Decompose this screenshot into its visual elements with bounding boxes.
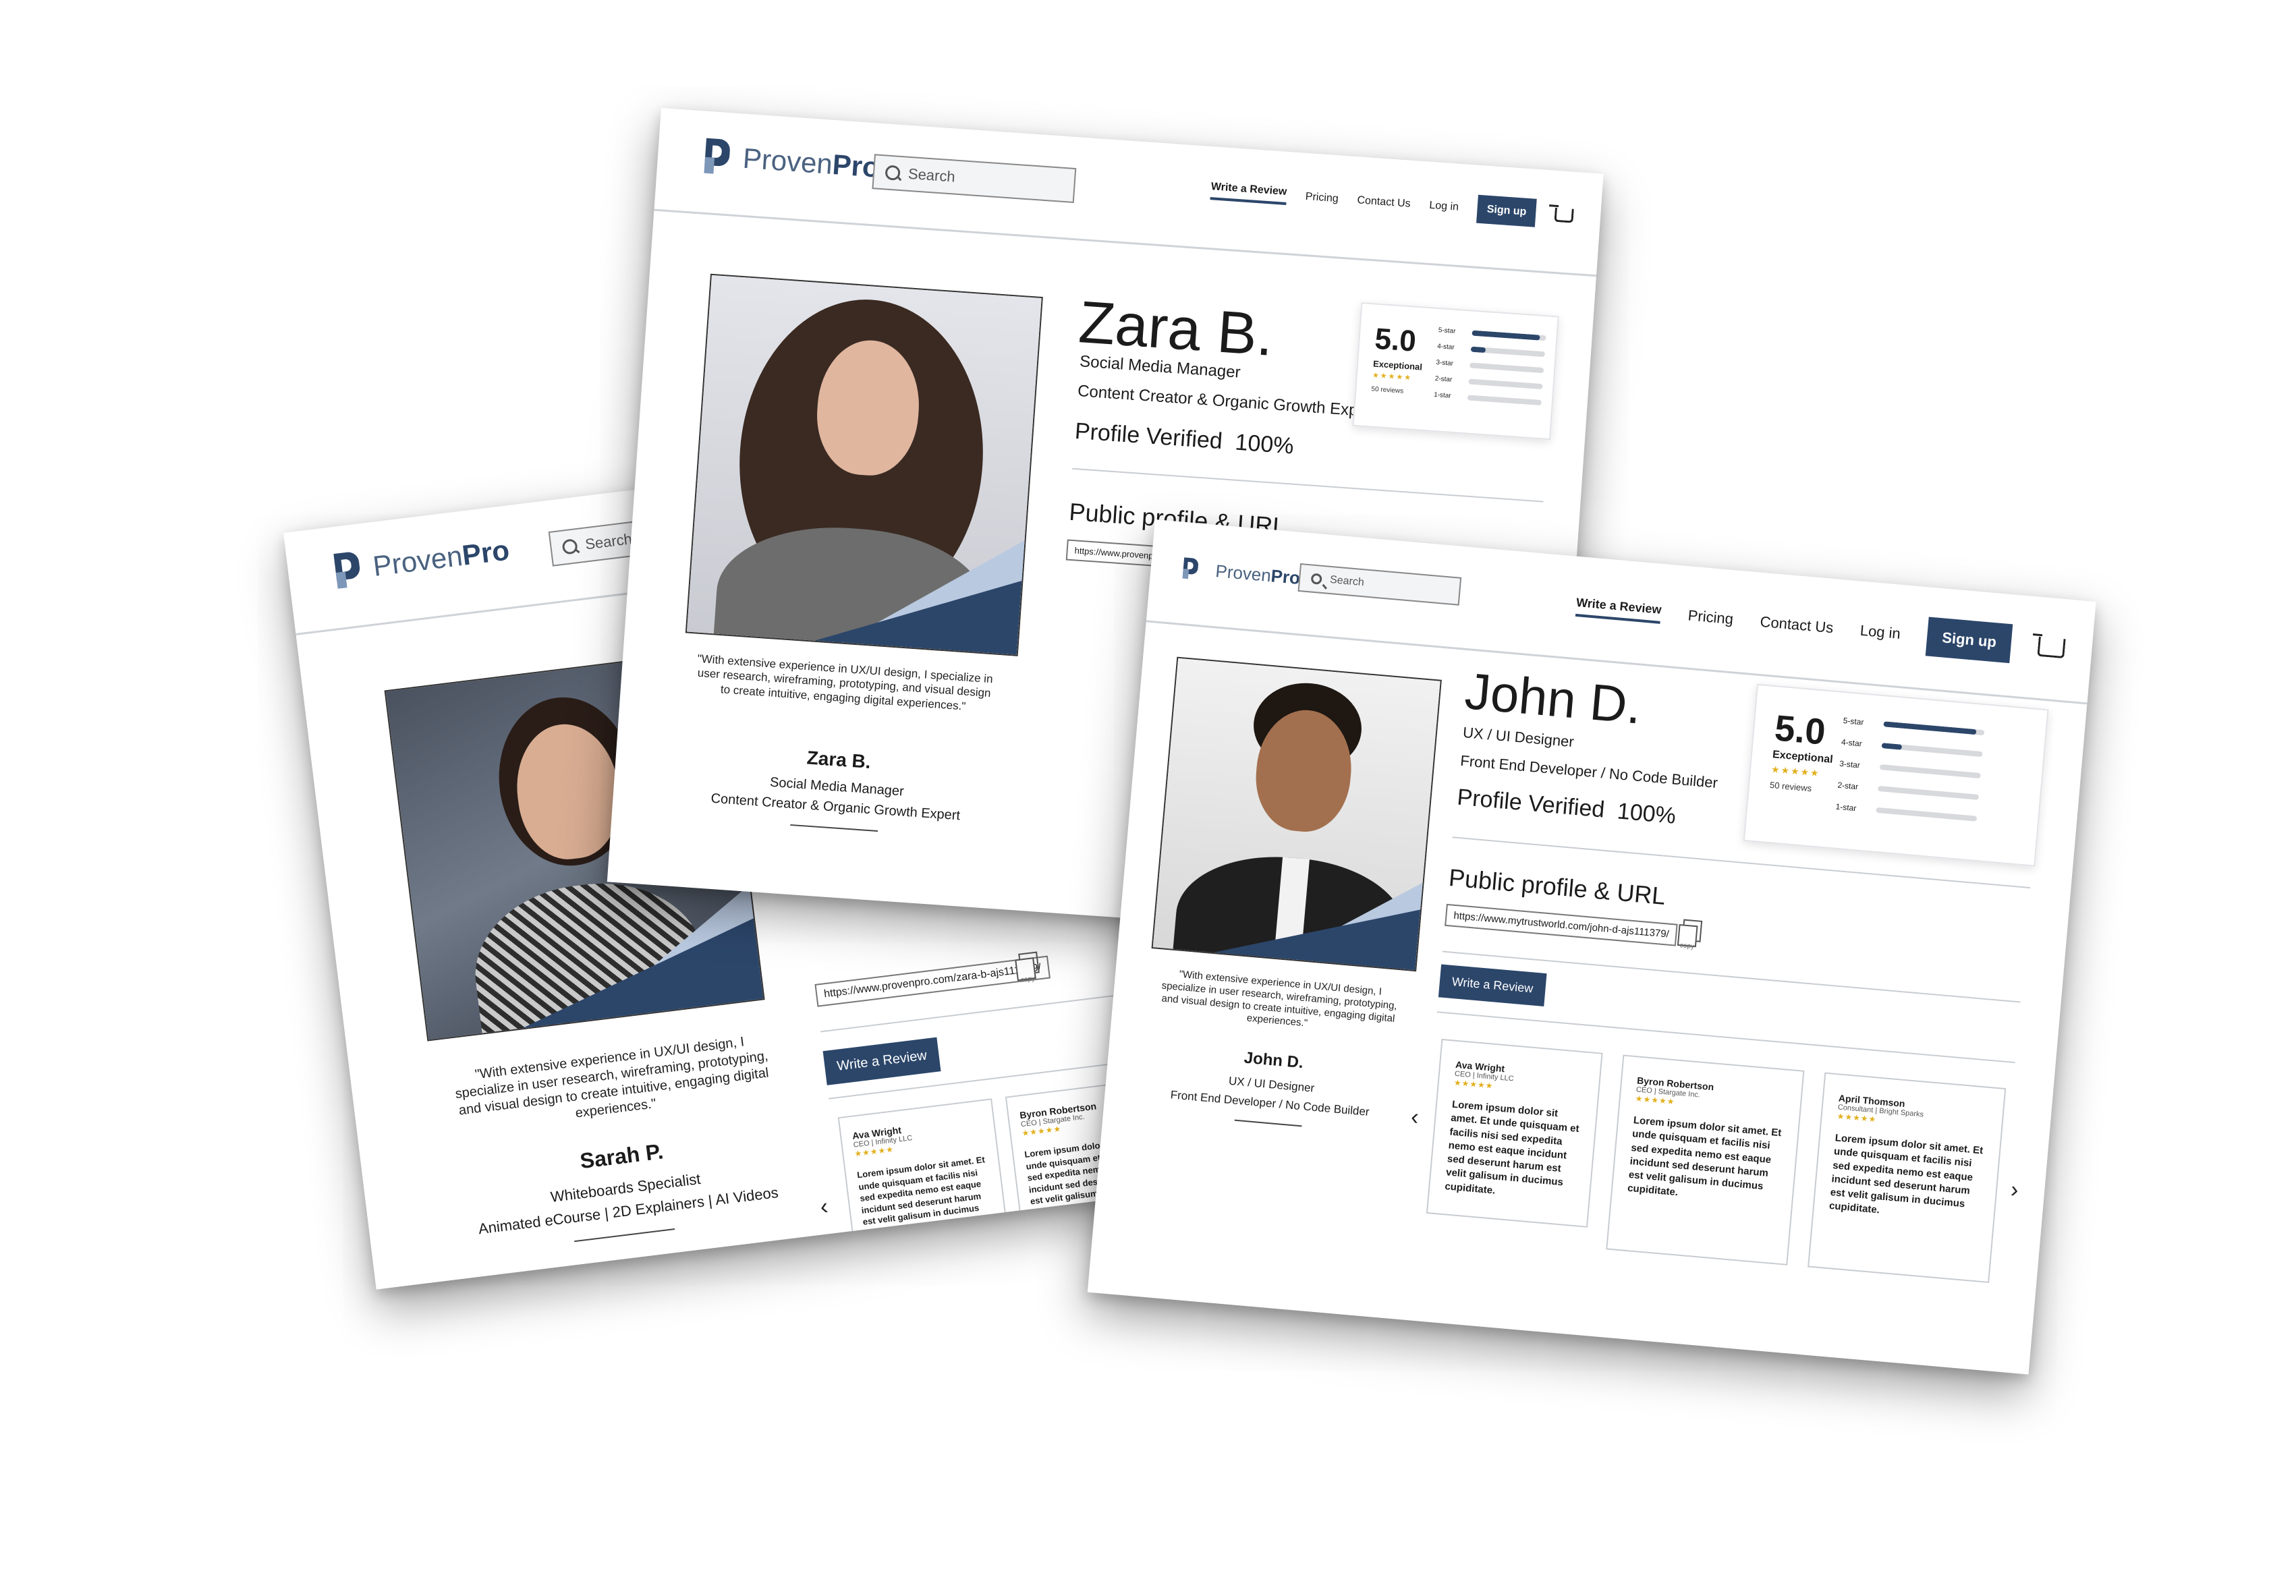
profile-specialty: Content Creator & Organic Growth Expert: [1077, 382, 1378, 422]
rating-bar: [1472, 330, 1546, 341]
brand-name: ProvenPro: [741, 142, 881, 183]
search-input[interactable]: Search: [1297, 563, 1462, 606]
accent-shape: [814, 567, 1022, 655]
nav-pricing[interactable]: Pricing: [1305, 191, 1339, 205]
rating-label: Exceptional: [1772, 749, 1834, 766]
profile-verified: Profile Verified 100%: [1456, 784, 1677, 829]
divider: [1072, 467, 1544, 503]
profile-specialty: Front End Developer / No Code Builder: [1459, 751, 1718, 792]
rating-bar: [1877, 785, 1980, 800]
profile-photo: [1151, 656, 1442, 972]
write-review-button[interactable]: Write a Review: [822, 1037, 941, 1085]
brand-logo[interactable]: ProvenPro: [1177, 550, 1302, 596]
nav-login[interactable]: Log in: [1429, 200, 1459, 214]
search-placeholder: Search: [1329, 573, 1365, 589]
nav-menu: Write a Review Pricing Contact Us Log in…: [1574, 586, 2067, 668]
rating-score: 5.0: [1772, 708, 1827, 753]
top-nav: ProvenPro Search Write a Review Pricing …: [654, 108, 1604, 277]
profile-url-field[interactable]: https://www.mytrustworld.com/john-d-ajs1…: [1445, 903, 1679, 946]
copy-label: copy: [1679, 942, 1695, 951]
name-underline: [790, 824, 878, 832]
brand-name: ProvenPro: [1214, 560, 1301, 588]
write-review-button[interactable]: Write a Review: [1438, 964, 1547, 1006]
rating-bar: [1468, 378, 1543, 389]
rating-bar: [1470, 346, 1546, 357]
signup-button[interactable]: Sign up: [1926, 617, 2013, 664]
search-icon: [561, 538, 578, 555]
rating-stars: ★★★★★: [1770, 764, 1821, 779]
copy-icon[interactable]: [1681, 919, 1703, 942]
chevron-left-icon[interactable]: ‹: [818, 1193, 829, 1220]
rating-bar: [1469, 362, 1544, 373]
rating-bar: [1876, 807, 1978, 822]
nav-write-review[interactable]: Write a Review: [1575, 595, 1662, 624]
signup-button[interactable]: Sign up: [1476, 194, 1537, 227]
chevron-left-icon[interactable]: ‹: [1410, 1104, 1420, 1131]
logo-icon: [1182, 557, 1201, 579]
brand-name: ProvenPro: [371, 534, 511, 582]
logo-icon: [333, 550, 364, 589]
logo-icon: [704, 138, 733, 175]
profile-verified: Profile Verified 100%: [1073, 418, 1295, 459]
rating-score: 5.0: [1374, 322, 1418, 358]
profile-photo: [685, 273, 1043, 656]
search-icon: [1310, 573, 1322, 585]
profile-heading: John D.: [1462, 662, 1644, 735]
cart-icon[interactable]: [1554, 207, 1574, 223]
nav-contact[interactable]: Contact Us: [1760, 613, 1835, 637]
search-icon: [885, 165, 901, 181]
search-input[interactable]: Search: [872, 154, 1077, 204]
nav-menu: Write a Review Pricing Contact Us Log in…: [1210, 176, 1575, 229]
name-underline: [1234, 1119, 1302, 1127]
review-card: Byron Robertson CEO | Stargate Inc. ★★★★…: [1606, 1054, 1805, 1265]
rating-count: 50 reviews: [1769, 779, 1812, 794]
rating-summary: 5.0 Exceptional ★★★★★ 50 reviews 5-star …: [1352, 302, 1559, 440]
rating-bar: [1879, 764, 1981, 779]
rating-count: 50 reviews: [1371, 385, 1404, 395]
profile-card-john: ProvenPro Search Write a Review Pricing …: [1087, 519, 2096, 1375]
copy-label: copy: [1020, 975, 1036, 984]
nav-login[interactable]: Log in: [1859, 622, 1901, 643]
profile-quote: "With extensive experience in UX/UI desi…: [697, 652, 994, 713]
profile-quote: "With extensive experience in UX/UI desi…: [1161, 968, 1398, 1029]
cart-icon[interactable]: [2037, 636, 2066, 658]
brand-logo[interactable]: ProvenPro: [704, 138, 880, 186]
rating-label: Exceptional: [1372, 358, 1423, 372]
review-card: April Thomson Consultant | Bright Sparks…: [1808, 1072, 2007, 1284]
search-placeholder: Search: [584, 530, 634, 553]
brand-logo[interactable]: ProvenPro: [333, 533, 511, 589]
rating-bar: [1883, 721, 1985, 736]
rating-stars: ★★★★★: [1372, 371, 1413, 382]
nav-contact[interactable]: Contact Us: [1357, 194, 1411, 210]
review-card: Ava Wright CEO | Infinity LLC ★★★★★ Lore…: [1426, 1038, 1603, 1228]
review-card: Ava Wright CEO | Infinity LLC ★★★★★ Lore…: [837, 1098, 1011, 1272]
rating-summary: 5.0 Exceptional ★★★★★ 50 reviews 5-star …: [1743, 683, 2049, 867]
rating-bar: [1467, 394, 1542, 405]
chevron-right-icon[interactable]: ›: [2010, 1176, 2020, 1203]
copy-icon[interactable]: [1018, 951, 1040, 975]
rating-bar: [1881, 743, 1983, 758]
nav-write-review[interactable]: Write a Review: [1210, 181, 1287, 205]
profile-quote: "With extensive experience in UX/UI desi…: [454, 1034, 770, 1121]
search-placeholder: Search: [907, 165, 956, 186]
public-profile-title: Public profile & URL: [1447, 863, 1667, 910]
name-underline: [574, 1228, 675, 1243]
nav-pricing[interactable]: Pricing: [1687, 606, 1734, 628]
